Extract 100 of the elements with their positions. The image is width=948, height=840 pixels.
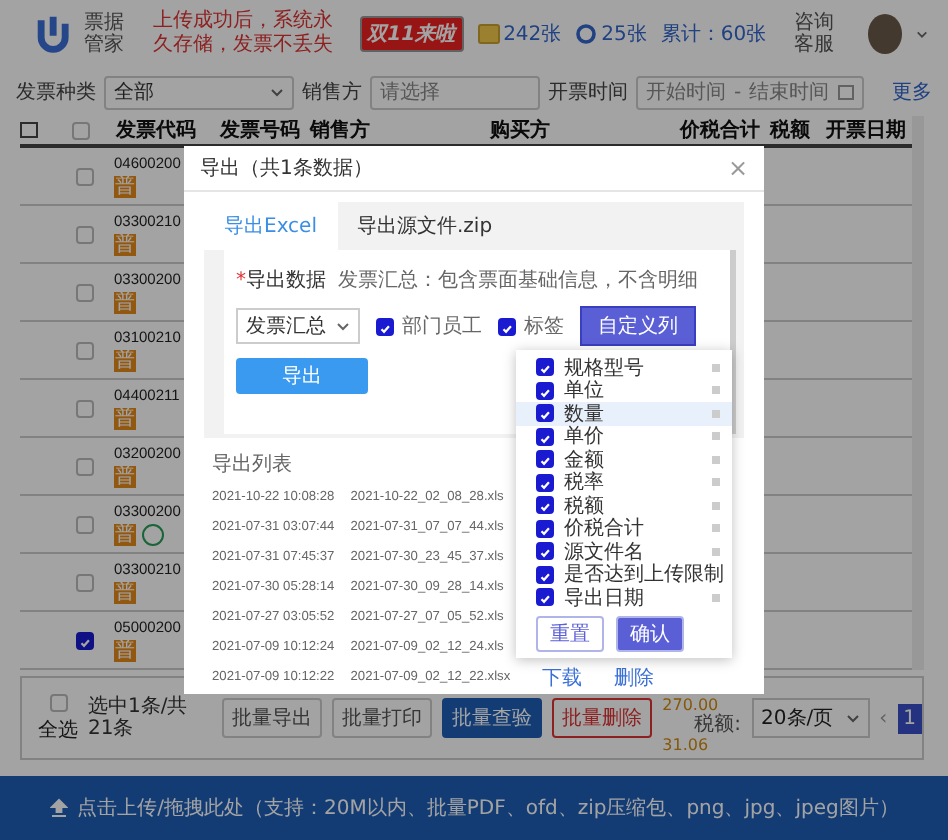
column-option[interactable]: 税率 bbox=[516, 471, 732, 494]
amount-total: 270.00 bbox=[662, 696, 719, 714]
checkbox[interactable] bbox=[76, 631, 94, 649]
check-count: 25张 bbox=[601, 21, 647, 48]
column-header: 发票代码 bbox=[116, 117, 198, 144]
checkbox[interactable] bbox=[76, 225, 94, 243]
caret-icon bbox=[845, 713, 860, 723]
page-button[interactable]: 1 bbox=[897, 703, 922, 733]
checkbox[interactable] bbox=[76, 167, 94, 185]
column-header: 购买方 bbox=[490, 116, 552, 144]
invoice-type-badge: 普 bbox=[114, 582, 136, 604]
batch-button[interactable]: 批量打印 bbox=[332, 698, 433, 738]
description-text: 发票汇总：包含票面基础信息，不含明细 bbox=[338, 267, 698, 294]
drag-handle-icon[interactable] bbox=[712, 363, 720, 372]
drag-handle-icon[interactable] bbox=[712, 432, 720, 441]
column-option[interactable]: 单位 bbox=[516, 379, 732, 402]
invoice-type-badge: 普 bbox=[114, 524, 136, 546]
reset-button[interactable]: 重置 bbox=[536, 615, 604, 651]
checkbox[interactable] bbox=[536, 588, 554, 607]
invoice-type-badge: 普 bbox=[114, 292, 136, 314]
data-type-select[interactable]: 发票汇总 bbox=[236, 308, 360, 344]
drag-handle-icon[interactable] bbox=[712, 593, 720, 602]
checkbox[interactable] bbox=[536, 381, 554, 400]
seller-field[interactable]: 请选择 bbox=[370, 75, 540, 109]
batch-button[interactable]: 批量删除 bbox=[552, 698, 653, 738]
more-link[interactable]: 更多 bbox=[892, 78, 932, 106]
confirm-button[interactable]: 确认 bbox=[616, 615, 684, 651]
support-link[interactable]: 咨询客服 bbox=[794, 12, 846, 56]
action-link[interactable]: 删除 bbox=[614, 663, 655, 691]
tab[interactable]: 导出Excel bbox=[204, 202, 337, 250]
column-header: 开票日期 bbox=[826, 117, 908, 144]
page-size-select[interactable]: 20条/页 bbox=[751, 698, 870, 738]
caret-icon bbox=[270, 87, 284, 97]
checkbox[interactable] bbox=[76, 283, 94, 301]
close-button[interactable]: × bbox=[727, 154, 748, 182]
invoice-type-badge: 普 bbox=[114, 234, 136, 256]
column-option[interactable]: 是否达到上传限制 bbox=[516, 563, 732, 586]
drag-handle-icon[interactable] bbox=[712, 478, 720, 487]
column-option[interactable]: 导出日期 bbox=[516, 586, 732, 609]
column-option[interactable]: 规格型号 bbox=[516, 356, 732, 379]
notice-text: 上传成功后，系统永久存储，发票不丢失 bbox=[153, 10, 336, 58]
column-header: 发票号码 bbox=[220, 117, 302, 144]
option-label: 标签 bbox=[524, 313, 564, 340]
drag-handle-icon[interactable] bbox=[712, 455, 720, 464]
column-header: 价税合计 bbox=[680, 117, 762, 144]
column-option[interactable]: 数量 bbox=[516, 402, 732, 425]
invoice-type-badge: 普 bbox=[114, 640, 136, 662]
checkbox[interactable] bbox=[498, 317, 516, 335]
column-option[interactable]: 源文件名 bbox=[516, 540, 732, 563]
promo-badge[interactable]: 双11来啦 bbox=[359, 16, 464, 52]
list-title: 导出列表 bbox=[212, 451, 292, 478]
checkbox[interactable] bbox=[49, 693, 67, 711]
total-count: 累计：60张 bbox=[660, 21, 767, 48]
filter-label: 销售方 bbox=[302, 79, 362, 106]
checkbox[interactable] bbox=[536, 519, 554, 538]
column-option[interactable]: 单价 bbox=[516, 425, 732, 448]
checkbox[interactable] bbox=[536, 565, 554, 584]
selection-count: 选中1条/共21条 bbox=[88, 696, 190, 740]
checkbox[interactable] bbox=[76, 573, 94, 591]
column-option[interactable]: 金额 bbox=[516, 448, 732, 471]
caret-icon bbox=[916, 29, 928, 39]
checkbox[interactable] bbox=[536, 427, 554, 446]
dialog-title: 导出（共1条数据） bbox=[200, 155, 373, 182]
checkbox[interactable] bbox=[76, 399, 94, 417]
drag-handle-icon[interactable] bbox=[712, 524, 720, 533]
filter-label: 发票种类 bbox=[16, 79, 96, 106]
invoice-type-badge: 普 bbox=[114, 408, 136, 430]
invoice-icon bbox=[477, 24, 500, 44]
checkbox[interactable] bbox=[536, 473, 554, 492]
drag-handle-icon[interactable] bbox=[712, 386, 720, 395]
batch-button[interactable]: 批量查验 bbox=[442, 698, 543, 738]
tab[interactable]: 导出源文件.zip bbox=[337, 202, 513, 250]
checkbox[interactable] bbox=[536, 450, 554, 469]
column-settings-icon[interactable] bbox=[20, 121, 40, 139]
tax-total: 31.06 bbox=[662, 736, 711, 756]
checkbox[interactable] bbox=[72, 121, 90, 139]
checkbox[interactable] bbox=[536, 542, 554, 561]
checkbox[interactable] bbox=[76, 457, 94, 475]
upload-icon[interactable] bbox=[49, 798, 68, 818]
column-header: 税额 bbox=[770, 116, 812, 144]
invoice-type-badge: 普 bbox=[114, 466, 136, 488]
drag-handle-icon[interactable] bbox=[712, 547, 720, 556]
action-link[interactable]: 下载 bbox=[542, 663, 583, 691]
batch-button[interactable]: 批量导出 bbox=[222, 698, 323, 738]
checkbox[interactable] bbox=[536, 404, 554, 423]
filter-label: 开票时间 bbox=[548, 79, 628, 106]
column-option[interactable]: 价税合计 bbox=[516, 517, 732, 540]
column-option[interactable]: 税额 bbox=[516, 494, 732, 517]
drag-handle-icon[interactable] bbox=[712, 409, 720, 418]
checkbox[interactable] bbox=[76, 341, 94, 359]
column-header: 销售方 bbox=[310, 116, 372, 144]
checkbox[interactable] bbox=[376, 317, 394, 335]
invoice-count: 242张 bbox=[503, 21, 562, 48]
checkbox[interactable] bbox=[76, 515, 94, 533]
type-select[interactable]: 全部 bbox=[104, 75, 294, 109]
export-button[interactable]: 导出 bbox=[236, 358, 368, 394]
custom-columns-button[interactable]: 自定义列 bbox=[580, 306, 696, 346]
checkbox[interactable] bbox=[536, 358, 554, 377]
drag-handle-icon[interactable] bbox=[712, 501, 720, 510]
checkbox[interactable] bbox=[536, 496, 554, 515]
